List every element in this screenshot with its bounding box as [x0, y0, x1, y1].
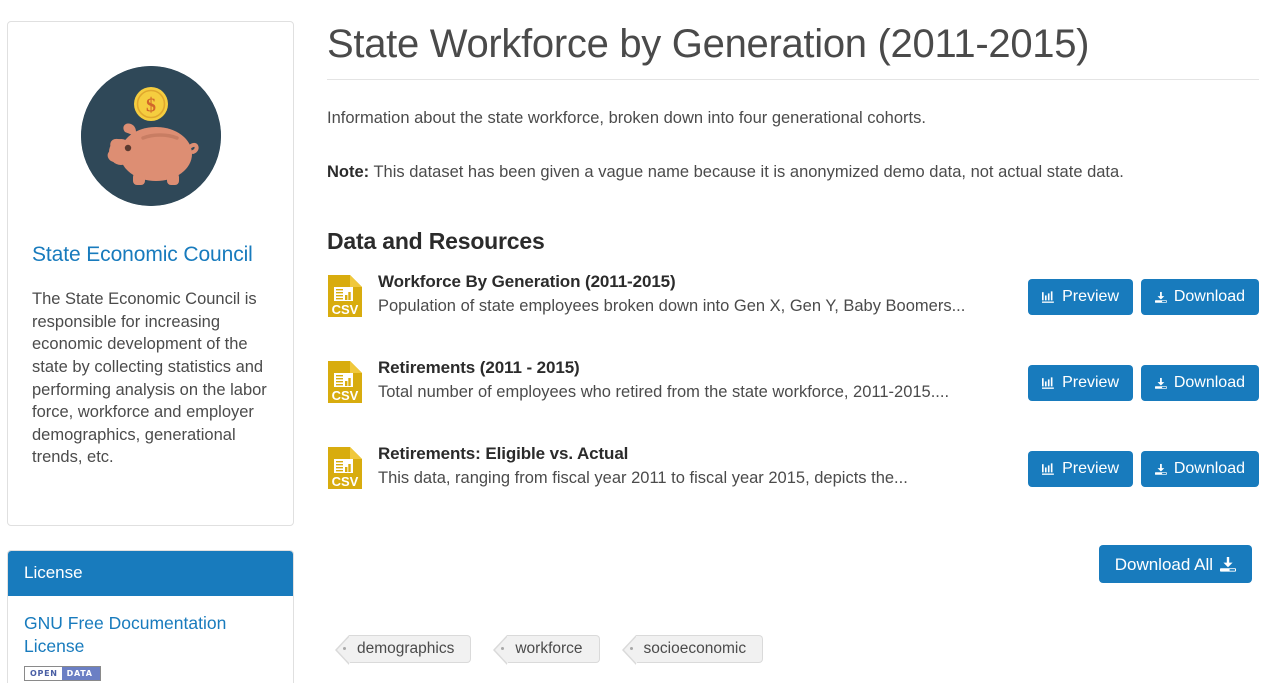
download-icon: [1155, 463, 1167, 475]
page-title: State Workforce by Generation (2011-2015…: [327, 22, 1090, 66]
bar-chart-icon: [1042, 462, 1054, 475]
download-button[interactable]: Download: [1141, 451, 1259, 487]
download-all-label: Download All: [1114, 554, 1213, 574]
resource-text: Retirements (2011 - 2015) Total number o…: [378, 357, 998, 404]
resource-item: CSV Workforce By Generation (2011-2015) …: [327, 271, 1259, 331]
open-data-badge-left: OPEN: [25, 667, 62, 680]
svg-text:$: $: [146, 95, 156, 117]
tag-dot-icon: [343, 647, 346, 650]
preview-button-label: Preview: [1062, 288, 1119, 305]
piggy-bank-icon: $: [80, 66, 221, 206]
csv-format-label: CSV: [332, 302, 359, 317]
license-name-link[interactable]: GNU Free Documentation License: [24, 612, 277, 658]
resource-actions: Preview Download: [1028, 365, 1259, 401]
resource-description: Population of state employees broken dow…: [378, 297, 966, 315]
organization-card: $ State Economic Council The State Econo…: [7, 21, 294, 526]
tag-socioeconomic[interactable]: socioeconomic: [621, 635, 764, 665]
dataset-note: Note: This dataset has been given a vagu…: [327, 160, 1259, 184]
download-icon: [1220, 556, 1236, 572]
dataset-page: $ State Economic Council The State Econo…: [0, 0, 1266, 683]
resource-title-link[interactable]: Retirements: Eligible vs. Actual: [378, 443, 998, 465]
dataset-note-text: This dataset has been given a vague name…: [369, 163, 1124, 181]
download-button-label: Download: [1173, 460, 1245, 477]
download-icon: [1155, 291, 1167, 303]
csv-file-icon: CSV: [327, 446, 363, 490]
download-button-label: Download: [1173, 374, 1245, 391]
download-icon: [1155, 377, 1167, 389]
sidebar: $ State Economic Council The State Econo…: [7, 21, 294, 683]
download-all-button[interactable]: Download All: [1098, 545, 1252, 583]
resource-actions: Preview Download: [1028, 279, 1259, 315]
license-header: License: [8, 551, 293, 596]
download-all-container: Download All: [327, 545, 1259, 583]
resource-item: CSV Retirements (2011 - 2015) Total numb…: [327, 357, 1259, 417]
resource-actions: Preview Download: [1028, 451, 1259, 487]
dataset-notes: Information about the state workforce, b…: [327, 106, 1259, 184]
tag-list-item: demographics: [334, 635, 472, 665]
preview-button-label: Preview: [1062, 460, 1119, 477]
resource-description: Total number of employees who retired fr…: [378, 383, 950, 401]
resource-title-link[interactable]: Workforce By Generation (2011-2015): [378, 271, 998, 293]
csv-file-icon: CSV: [327, 360, 363, 404]
license-card: License GNU Free Documentation License O…: [7, 550, 294, 683]
tag-dot-icon: [501, 647, 505, 650]
tag-demographics[interactable]: demographics: [334, 635, 472, 665]
preview-button[interactable]: Preview: [1028, 451, 1133, 487]
bar-chart-icon: [1042, 290, 1054, 303]
organization-logo: $: [32, 44, 269, 228]
bar-chart-icon: [1042, 376, 1054, 389]
preview-button[interactable]: Preview: [1028, 365, 1133, 401]
tag-label: demographics: [357, 640, 455, 657]
title-divider: [327, 79, 1259, 80]
organization-title-link[interactable]: State Economic Council: [32, 242, 269, 268]
resource-item: CSV Retirements: Eligible vs. Actual Thi…: [327, 443, 1259, 503]
resource-text: Retirements: Eligible vs. Actual This da…: [378, 443, 998, 490]
download-button[interactable]: Download: [1141, 279, 1259, 315]
organization-description: The State Economic Council is responsibl…: [32, 290, 267, 467]
tag-label: workforce: [515, 640, 583, 657]
preview-button-label: Preview: [1062, 374, 1119, 391]
tag-list: demographics workforce socioeconomic: [327, 635, 1259, 665]
license-body: GNU Free Documentation License OPEN DATA: [8, 596, 293, 683]
csv-format-label: CSV: [332, 474, 359, 489]
resource-title-link[interactable]: Retirements (2011 - 2015): [378, 357, 998, 379]
open-data-badge[interactable]: OPEN DATA: [24, 666, 101, 681]
tag-dot-icon: [629, 647, 633, 650]
dataset-note-label: Note:: [327, 163, 370, 181]
tag-workforce[interactable]: workforce: [493, 635, 600, 665]
resource-list: CSV Workforce By Generation (2011-2015) …: [327, 271, 1259, 503]
open-data-badge-right: DATA: [61, 667, 100, 680]
tag-label: socioeconomic: [643, 640, 747, 657]
resources-heading: Data and Resources: [327, 228, 545, 254]
download-button-label: Download: [1173, 288, 1245, 305]
preview-button[interactable]: Preview: [1028, 279, 1133, 315]
csv-file-icon: CSV: [327, 274, 363, 318]
csv-format-label: CSV: [332, 388, 359, 403]
resource-description: This data, ranging from fiscal year 2011…: [378, 469, 908, 487]
dataset-description: Information about the state workforce, b…: [327, 109, 926, 127]
tag-list-item: socioeconomic: [621, 635, 764, 665]
resource-text: Workforce By Generation (2011-2015) Popu…: [378, 271, 998, 318]
download-button[interactable]: Download: [1141, 365, 1259, 401]
main-content: State Workforce by Generation (2011-2015…: [327, 0, 1259, 679]
tag-list-item: workforce: [493, 635, 600, 665]
